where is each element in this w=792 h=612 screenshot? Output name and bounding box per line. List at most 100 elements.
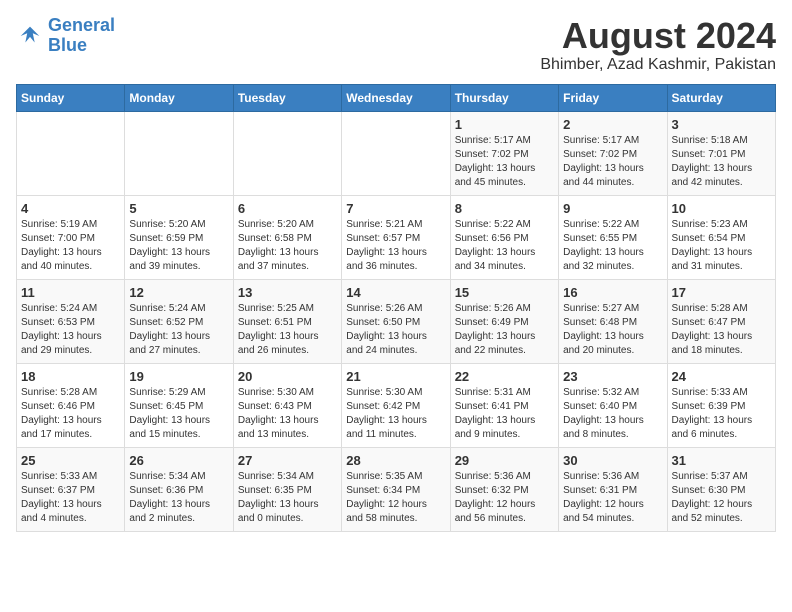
day-info: Sunrise: 5:33 AM Sunset: 6:39 PM Dayligh… — [672, 386, 771, 442]
logo-line1: General — [48, 15, 115, 35]
calendar-cell: 17 Sunrise: 5:28 AM Sunset: 6:47 PM Dayli… — [667, 279, 775, 363]
calendar-cell: 1 Sunrise: 5:17 AM Sunset: 7:02 PM Daylig… — [450, 111, 558, 195]
day-number: 26 — [129, 453, 228, 468]
day-number: 2 — [563, 117, 662, 132]
calendar-cell: 3 Sunrise: 5:18 AM Sunset: 7:01 PM Daylig… — [667, 111, 775, 195]
day-number: 11 — [21, 285, 120, 300]
calendar-cell: 10 Sunrise: 5:23 AM Sunset: 6:54 PM Dayli… — [667, 195, 775, 279]
calendar-cell: 6Sunrise: 5:20 AM Sunset: 6:58 PM Daylig… — [233, 195, 341, 279]
day-info: Sunrise: 5:28 AM Sunset: 6:46 PM Dayligh… — [21, 386, 120, 442]
day-number: 22 — [455, 369, 554, 384]
calendar-cell: 25 Sunrise: 5:33 AM Sunset: 6:37 PM Dayli… — [17, 447, 125, 531]
calendar-cell: 18 Sunrise: 5:28 AM Sunset: 6:46 PM Dayli… — [17, 363, 125, 447]
day-number: 9 — [563, 201, 662, 216]
day-info: Sunrise: 5:24 AM Sunset: 6:53 PM Dayligh… — [21, 302, 120, 358]
calendar-table: SundayMondayTuesdayWednesdayThursdayFrid… — [16, 84, 776, 532]
day-number: 14 — [346, 285, 445, 300]
calendar-cell: 31 Sunrise: 5:37 AM Sunset: 6:30 PM Dayli… — [667, 447, 775, 531]
day-number: 10 — [672, 201, 771, 216]
page-title: August 2024 — [540, 16, 776, 56]
calendar-cell: 27 Sunrise: 5:34 AM Sunset: 6:35 PM Dayli… — [233, 447, 341, 531]
day-info: Sunrise: 5:34 AM Sunset: 6:35 PM Dayligh… — [238, 470, 337, 526]
calendar-cell: 13 Sunrise: 5:25 AM Sunset: 6:51 PM Dayli… — [233, 279, 341, 363]
day-info: Sunrise: 5:17 AM Sunset: 7:02 PM Dayligh… — [455, 134, 554, 190]
day-info: Sunrise: 5:30 AM Sunset: 6:43 PM Dayligh… — [238, 386, 337, 442]
calendar-cell: 20 Sunrise: 5:30 AM Sunset: 6:43 PM Dayli… — [233, 363, 341, 447]
logo-line2: Blue — [48, 35, 87, 55]
day-number: 18 — [21, 369, 120, 384]
day-info: Sunrise: 5:17 AM Sunset: 7:02 PM Dayligh… — [563, 134, 662, 190]
day-info: Sunrise: 5:21 AM Sunset: 6:57 PM Dayligh… — [346, 218, 445, 274]
day-number: 7 — [346, 201, 445, 216]
day-info: Sunrise: 5:29 AM Sunset: 6:45 PM Dayligh… — [129, 386, 228, 442]
day-number: 17 — [672, 285, 771, 300]
day-info: Sunrise: 5:30 AM Sunset: 6:42 PM Dayligh… — [346, 386, 445, 442]
calendar-cell — [342, 111, 450, 195]
day-number: 16 — [563, 285, 662, 300]
day-number: 4 — [21, 201, 120, 216]
calendar-cell: 24 Sunrise: 5:33 AM Sunset: 6:39 PM Dayli… — [667, 363, 775, 447]
calendar-cell: 5Sunrise: 5:20 AM Sunset: 6:59 PM Daylig… — [125, 195, 233, 279]
calendar-cell: 28Sunrise: 5:35 AM Sunset: 6:34 PM Dayli… — [342, 447, 450, 531]
day-number: 13 — [238, 285, 337, 300]
day-number: 31 — [672, 453, 771, 468]
column-header-tuesday: Tuesday — [233, 84, 341, 111]
calendar-cell: 11 Sunrise: 5:24 AM Sunset: 6:53 PM Dayli… — [17, 279, 125, 363]
day-info: Sunrise: 5:35 AM Sunset: 6:34 PM Dayligh… — [346, 470, 445, 526]
calendar-cell: 7 Sunrise: 5:21 AM Sunset: 6:57 PM Daylig… — [342, 195, 450, 279]
day-number: 23 — [563, 369, 662, 384]
calendar-cell: 19 Sunrise: 5:29 AM Sunset: 6:45 PM Dayli… — [125, 363, 233, 447]
day-number: 30 — [563, 453, 662, 468]
day-number: 25 — [21, 453, 120, 468]
column-header-monday: Monday — [125, 84, 233, 111]
column-header-wednesday: Wednesday — [342, 84, 450, 111]
calendar-cell: 2 Sunrise: 5:17 AM Sunset: 7:02 PM Daylig… — [559, 111, 667, 195]
day-info: Sunrise: 5:26 AM Sunset: 6:50 PM Dayligh… — [346, 302, 445, 358]
title-block: August 2024 Bhimber, Azad Kashmir, Pakis… — [540, 16, 776, 74]
day-number: 19 — [129, 369, 228, 384]
calendar-cell — [233, 111, 341, 195]
day-info: Sunrise: 5:28 AM Sunset: 6:47 PM Dayligh… — [672, 302, 771, 358]
calendar-week-row: 25 Sunrise: 5:33 AM Sunset: 6:37 PM Dayli… — [17, 447, 776, 531]
calendar-cell: 16Sunrise: 5:27 AM Sunset: 6:48 PM Dayli… — [559, 279, 667, 363]
day-info: Sunrise: 5:31 AM Sunset: 6:41 PM Dayligh… — [455, 386, 554, 442]
day-number: 15 — [455, 285, 554, 300]
page-header: General Blue August 2024 Bhimber, Azad K… — [16, 16, 776, 74]
day-info: Sunrise: 5:22 AM Sunset: 6:55 PM Dayligh… — [563, 218, 662, 274]
calendar-cell: 30Sunrise: 5:36 AM Sunset: 6:31 PM Dayli… — [559, 447, 667, 531]
day-info: Sunrise: 5:26 AM Sunset: 6:49 PM Dayligh… — [455, 302, 554, 358]
day-number: 5 — [129, 201, 228, 216]
calendar-cell: 9 Sunrise: 5:22 AM Sunset: 6:55 PM Daylig… — [559, 195, 667, 279]
calendar-cell — [125, 111, 233, 195]
day-number: 6 — [238, 201, 337, 216]
day-info: Sunrise: 5:24 AM Sunset: 6:52 PM Dayligh… — [129, 302, 228, 358]
calendar-header-row: SundayMondayTuesdayWednesdayThursdayFrid… — [17, 84, 776, 111]
calendar-week-row: 18 Sunrise: 5:28 AM Sunset: 6:46 PM Dayli… — [17, 363, 776, 447]
logo-text: General Blue — [48, 16, 115, 56]
day-number: 1 — [455, 117, 554, 132]
calendar-week-row: 1 Sunrise: 5:17 AM Sunset: 7:02 PM Daylig… — [17, 111, 776, 195]
day-info: Sunrise: 5:33 AM Sunset: 6:37 PM Dayligh… — [21, 470, 120, 526]
day-info: Sunrise: 5:18 AM Sunset: 7:01 PM Dayligh… — [672, 134, 771, 190]
page-subtitle: Bhimber, Azad Kashmir, Pakistan — [540, 56, 776, 74]
day-number: 27 — [238, 453, 337, 468]
calendar-week-row: 4 Sunrise: 5:19 AM Sunset: 7:00 PM Daylig… — [17, 195, 776, 279]
day-info: Sunrise: 5:34 AM Sunset: 6:36 PM Dayligh… — [129, 470, 228, 526]
day-info: Sunrise: 5:25 AM Sunset: 6:51 PM Dayligh… — [238, 302, 337, 358]
day-number: 20 — [238, 369, 337, 384]
calendar-cell: 22 Sunrise: 5:31 AM Sunset: 6:41 PM Dayli… — [450, 363, 558, 447]
calendar-cell: 12Sunrise: 5:24 AM Sunset: 6:52 PM Dayli… — [125, 279, 233, 363]
day-number: 8 — [455, 201, 554, 216]
day-number: 24 — [672, 369, 771, 384]
calendar-cell — [17, 111, 125, 195]
calendar-cell: 4 Sunrise: 5:19 AM Sunset: 7:00 PM Daylig… — [17, 195, 125, 279]
logo-icon — [16, 22, 44, 50]
calendar-cell: 14 Sunrise: 5:26 AM Sunset: 6:50 PM Dayli… — [342, 279, 450, 363]
calendar-cell: 8Sunrise: 5:22 AM Sunset: 6:56 PM Daylig… — [450, 195, 558, 279]
day-info: Sunrise: 5:23 AM Sunset: 6:54 PM Dayligh… — [672, 218, 771, 274]
day-info: Sunrise: 5:19 AM Sunset: 7:00 PM Dayligh… — [21, 218, 120, 274]
day-number: 3 — [672, 117, 771, 132]
day-info: Sunrise: 5:32 AM Sunset: 6:40 PM Dayligh… — [563, 386, 662, 442]
calendar-cell: 23 Sunrise: 5:32 AM Sunset: 6:40 PM Dayli… — [559, 363, 667, 447]
day-info: Sunrise: 5:37 AM Sunset: 6:30 PM Dayligh… — [672, 470, 771, 526]
